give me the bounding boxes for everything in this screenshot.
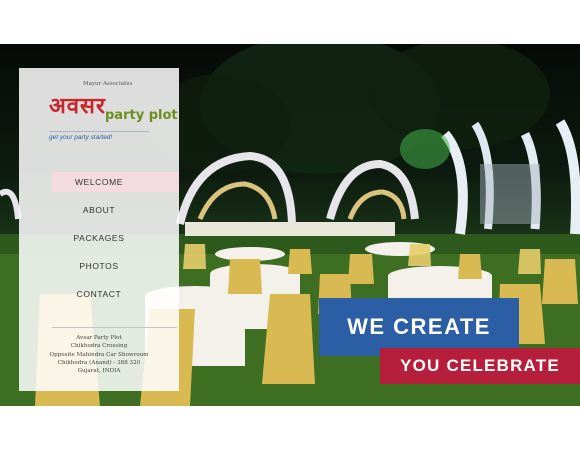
nav-photos[interactable]: PHOTOS — [19, 256, 179, 284]
logo-wordmark: अवसर — [49, 93, 106, 119]
nav-label: WELCOME — [74, 177, 124, 187]
nav-label: CONTACT — [76, 289, 122, 299]
page: Mayur Associates अवसर party plot get you… — [0, 0, 580, 450]
nav-label: PHOTOS — [79, 261, 119, 271]
nav-contact[interactable]: CONTACT — [19, 284, 179, 312]
nav-packages[interactable]: PACKAGES — [19, 228, 179, 256]
logo-subtitle: party plot — [105, 108, 178, 123]
nav-welcome[interactable]: WELCOME — [19, 172, 179, 200]
address-block: Avsar Party Plot Chikhodra Crossing Oppo… — [19, 334, 179, 375]
sidebar-panel: Mayur Associates अवसर party plot get you… — [19, 68, 179, 391]
nav-label: ABOUT — [82, 205, 116, 215]
brand-logo[interactable]: Mayur Associates अवसर party plot get you… — [19, 76, 179, 146]
address-name: Avsar Party Plot — [76, 335, 122, 341]
logo-divider — [49, 131, 149, 132]
main-nav: WELCOME ABOUT PACKAGES PHOTOS CONTACT — [19, 172, 179, 312]
slogan-you-celebrate: YOU CELEBRATE — [380, 348, 580, 384]
tagline: get your party started! — [49, 134, 113, 141]
nav-label: PACKAGES — [73, 233, 125, 243]
address-line3: Chikhodra (Anand) - 388 320 — [57, 359, 141, 366]
address-line2: Opposite Mahindra Car Showroom — [49, 351, 149, 358]
associates-text: Mayur Associates — [83, 81, 133, 87]
address-line1: Chikhodra Crossing — [70, 343, 128, 350]
nav-about[interactable]: ABOUT — [19, 200, 179, 228]
address-line4: Gujarat, INDIA — [77, 368, 121, 375]
address-divider — [52, 327, 177, 328]
